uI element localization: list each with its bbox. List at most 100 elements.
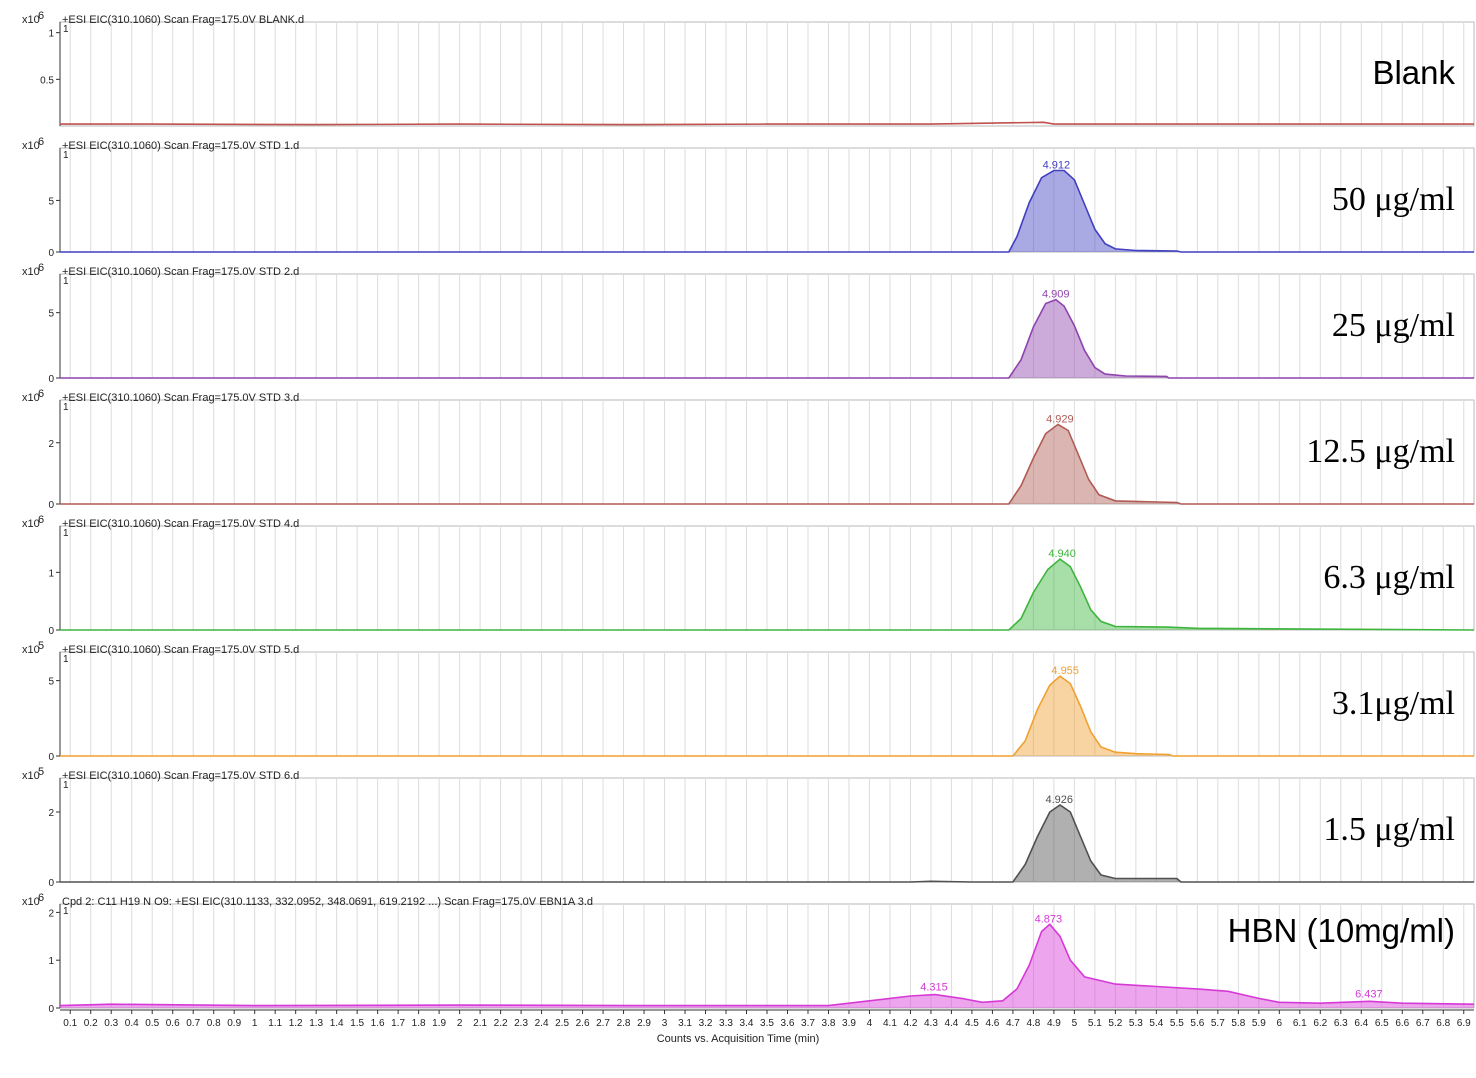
- x-tick-label: 6.9: [1457, 1018, 1471, 1029]
- concentration-label: 50 μg/ml: [1332, 181, 1455, 218]
- panel-header: +ESI EIC(310.1060) Scan Frag=175.0V STD …: [62, 392, 299, 404]
- x-tick-label: 5: [1072, 1018, 1078, 1029]
- chromatogram-figure: x106 +ESI EIC(310.1060) Scan Frag=175.0V …: [22, 10, 1475, 1045]
- x-tick-label: 1.6: [371, 1018, 385, 1029]
- x-tick-label: 4.8: [1026, 1018, 1040, 1029]
- x-tick-label: 6.3: [1334, 1018, 1348, 1029]
- x-tick-label: 2.9: [637, 1018, 651, 1029]
- concentration-label: 1.5 μg/ml: [1323, 811, 1455, 848]
- x-tick-label: 2.8: [617, 1018, 631, 1029]
- concentration-label: 12.5 μg/ml: [1306, 433, 1455, 470]
- y-scale-exponent: 5: [38, 640, 44, 652]
- y-scale-exponent: 6: [38, 892, 44, 904]
- x-tick-label: 0.8: [207, 1018, 221, 1029]
- x-tick-label: 5.2: [1108, 1018, 1122, 1029]
- x-tick-label: 3.4: [740, 1018, 754, 1029]
- x-tick-label: 0.1: [63, 1018, 77, 1029]
- concentration-label: 3.1μg/ml: [1332, 685, 1455, 722]
- x-tick-label: 4.1: [883, 1018, 897, 1029]
- x-tick-label: 6: [1277, 1018, 1283, 1029]
- chromatogram-panel: x106 +ESI EIC(310.1060) Scan Frag=175.0V …: [22, 10, 1475, 127]
- y-tick-label: 2: [48, 908, 54, 919]
- x-tick-label: 6.7: [1416, 1018, 1430, 1029]
- panel-header: +ESI EIC(310.1060) Scan Frag=175.0V BLAN…: [62, 14, 304, 26]
- x-tick-label: 5.6: [1190, 1018, 1204, 1029]
- x-tick-label: 1.3: [309, 1018, 323, 1029]
- x-tick-label: 5.4: [1149, 1018, 1163, 1029]
- x-tick-label: 4.5: [965, 1018, 979, 1029]
- x-tick-label: 4.9: [1047, 1018, 1061, 1029]
- panel-header: +ESI EIC(310.1060) Scan Frag=175.0V STD …: [62, 518, 299, 530]
- x-tick-label: 0.2: [84, 1018, 98, 1029]
- x-tick-label: 4.4: [944, 1018, 958, 1029]
- trace-index-marker: 1: [63, 780, 69, 791]
- y-scale-exponent: 6: [38, 262, 44, 274]
- x-tick-label: 3.2: [699, 1018, 713, 1029]
- y-scale-exponent: 6: [38, 388, 44, 400]
- panel-header: +ESI EIC(310.1060) Scan Frag=175.0V STD …: [62, 770, 299, 782]
- x-tick-label: 5.9: [1252, 1018, 1266, 1029]
- chromatogram-panel: x106 +ESI EIC(310.1060) Scan Frag=175.0V …: [22, 514, 1475, 637]
- peak-label: 4.912: [1043, 160, 1071, 172]
- x-tick-label: 1.4: [330, 1018, 344, 1029]
- trace-index-marker: 1: [63, 528, 69, 539]
- y-scale-exponent: 6: [38, 514, 44, 526]
- y-tick-label: 0: [48, 248, 54, 259]
- x-tick-label: 2.1: [473, 1018, 487, 1029]
- trace-index-marker: 1: [63, 654, 69, 665]
- concentration-label: 6.3 μg/ml: [1323, 559, 1455, 596]
- x-tick-label: 2.3: [514, 1018, 528, 1029]
- x-tick-label: 3.7: [801, 1018, 815, 1029]
- x-tick-label: 2: [457, 1018, 463, 1029]
- chromatogram-panel: x105 +ESI EIC(310.1060) Scan Frag=175.0V …: [22, 766, 1475, 889]
- x-tick-label: 6.6: [1395, 1018, 1409, 1029]
- y-tick-label: 1: [48, 956, 54, 967]
- peak-label: 6.437: [1355, 988, 1383, 1000]
- x-tick-label: 2.7: [596, 1018, 610, 1029]
- x-tick-label: 3.5: [760, 1018, 774, 1029]
- y-tick-label: 1: [48, 29, 54, 40]
- y-tick-label: 2: [48, 439, 54, 450]
- x-tick-label: 0.5: [145, 1018, 159, 1029]
- peak-label: 4.955: [1051, 665, 1079, 677]
- panel-header: +ESI EIC(310.1060) Scan Frag=175.0V STD …: [62, 644, 299, 656]
- y-scale-exponent: 5: [38, 766, 44, 778]
- x-tick-label: 5.7: [1211, 1018, 1225, 1029]
- x-tick-label: 3.1: [678, 1018, 692, 1029]
- x-tick-label: 4.3: [924, 1018, 938, 1029]
- chromatogram-panel: x106 +ESI EIC(310.1060) Scan Frag=175.0V …: [22, 262, 1475, 385]
- x-tick-label: 4.7: [1006, 1018, 1020, 1029]
- peak-label: 4.315: [920, 982, 948, 994]
- x-tick-label: 4: [867, 1018, 873, 1029]
- x-tick-label: 2.6: [576, 1018, 590, 1029]
- x-axis-label: Counts vs. Acquisition Time (min): [657, 1033, 820, 1045]
- peak-label: 4.929: [1046, 413, 1074, 425]
- x-tick-label: 1: [252, 1018, 258, 1029]
- x-tick-label: 1.2: [289, 1018, 303, 1029]
- y-tick-label: 2: [48, 808, 54, 819]
- y-scale-exponent: 6: [38, 10, 44, 22]
- x-tick-label: 3.6: [781, 1018, 795, 1029]
- x-tick-label: 2.4: [535, 1018, 549, 1029]
- x-tick-label: 6.1: [1293, 1018, 1307, 1029]
- x-tick-label: 4.2: [903, 1018, 917, 1029]
- x-tick-label: 1.1: [268, 1018, 282, 1029]
- x-tick-label: 6.5: [1375, 1018, 1389, 1029]
- x-axis: Counts vs. Acquisition Time (min) 0.1 0.2…: [60, 1009, 1474, 1045]
- trace-index-marker: 1: [63, 402, 69, 413]
- x-tick-label: 3.8: [822, 1018, 836, 1029]
- x-tick-label: 4.6: [985, 1018, 999, 1029]
- y-tick-label: 0: [48, 878, 54, 889]
- y-tick-label: 0.5: [40, 75, 54, 86]
- chromatogram-panel: x106 +ESI EIC(310.1060) Scan Frag=175.0V …: [22, 388, 1475, 511]
- x-tick-label: 1.5: [350, 1018, 364, 1029]
- x-tick-label: 0.7: [186, 1018, 200, 1029]
- x-tick-label: 1.9: [432, 1018, 446, 1029]
- x-tick-label: 3: [662, 1018, 668, 1029]
- x-tick-label: 6.8: [1436, 1018, 1450, 1029]
- x-tick-label: 2.2: [494, 1018, 508, 1029]
- peak-label: 4.909: [1042, 289, 1070, 301]
- y-tick-label: 0: [48, 752, 54, 763]
- chromatogram-panels: x106 +ESI EIC(310.1060) Scan Frag=175.0V …: [22, 10, 1475, 1015]
- x-tick-label: 3.9: [842, 1018, 856, 1029]
